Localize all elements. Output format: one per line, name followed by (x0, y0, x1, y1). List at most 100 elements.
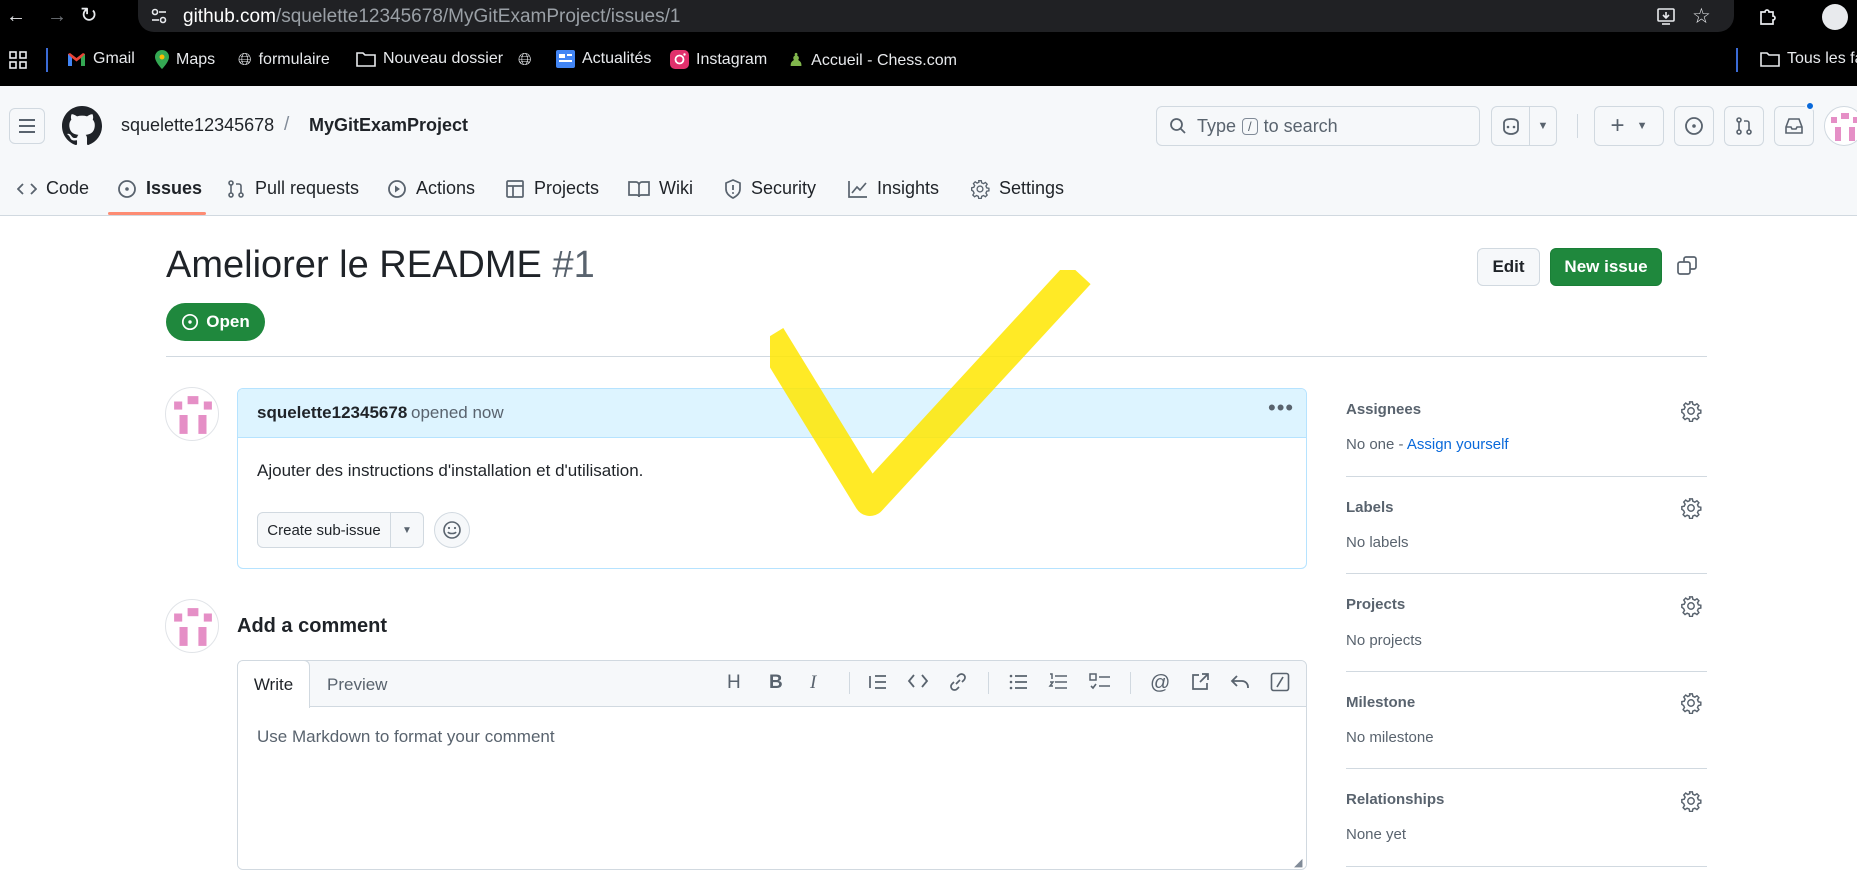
tab-code[interactable]: Code (17, 178, 89, 199)
copilot-button[interactable]: ▼ (1491, 106, 1557, 146)
divider (1577, 114, 1578, 138)
divider (1346, 671, 1707, 672)
install-app-icon[interactable] (1656, 6, 1676, 26)
tab-wiki[interactable]: Wiki (628, 178, 693, 199)
new-issue-button[interactable]: New issue (1550, 248, 1662, 286)
bold-icon[interactable]: B (769, 672, 791, 694)
create-sub-issue-button[interactable]: Create sub-issue (258, 513, 391, 547)
kebab-menu-icon[interactable]: ••• (1268, 395, 1294, 421)
comment-textarea[interactable]: Use Markdown to format your comment ◢ (238, 708, 1306, 869)
sidebar-relationships-title: Relationships (1346, 791, 1445, 808)
issue-opened-icon (118, 179, 136, 198)
play-icon (388, 179, 406, 198)
instagram-icon (670, 50, 689, 69)
issue-body-text: Ajouter des instructions d'installation … (257, 461, 644, 480)
divider (1346, 476, 1707, 477)
globe-icon: 🌐︎ (238, 50, 252, 69)
repo-name-link[interactable]: MyGitExamProject (309, 115, 468, 136)
repo-owner-link[interactable]: squelette12345678 (121, 115, 274, 136)
search-input[interactable]: Type / to search (1156, 106, 1480, 146)
caret-down-icon[interactable]: ▼ (391, 513, 423, 547)
tab-projects[interactable]: Projects (505, 178, 599, 199)
site-info-icon[interactable] (150, 7, 168, 25)
inbox-icon (1785, 118, 1803, 134)
edit-button[interactable]: Edit (1477, 248, 1540, 286)
resize-handle-icon[interactable]: ◢ (1294, 856, 1302, 869)
author-link[interactable]: squelette12345678 (257, 403, 407, 423)
numbered-list-icon[interactable] (1048, 672, 1070, 694)
sidebar-labels-title: Labels (1346, 499, 1394, 516)
bookmark-formulaire[interactable]: 🌐︎ formulaire (238, 50, 330, 70)
issue-body-header: squelette12345678 opened now ••• (238, 389, 1306, 438)
quote-icon[interactable] (868, 672, 890, 694)
code-icon[interactable] (907, 672, 929, 694)
comment-placeholder: Use Markdown to format your comment (257, 727, 555, 746)
link-icon[interactable] (948, 672, 970, 694)
copy-link-icon[interactable] (1677, 256, 1697, 276)
user-avatar[interactable] (1824, 106, 1857, 146)
issue-opened-icon (182, 313, 199, 331)
bookmark-instagram[interactable]: Instagram (670, 50, 767, 69)
gear-icon[interactable] (1680, 497, 1702, 519)
tab-actions[interactable]: Actions (387, 178, 475, 199)
reply-icon[interactable] (1230, 672, 1252, 694)
graph-icon (848, 180, 867, 198)
divider (1346, 573, 1707, 574)
create-new-button[interactable]: + ▼ (1594, 106, 1664, 146)
forward-icon[interactable]: → (47, 5, 67, 28)
tab-issues[interactable]: Issues (117, 178, 202, 199)
inbox-button[interactable] (1774, 101, 1815, 146)
issues-button[interactable] (1674, 106, 1714, 146)
bookmark-maps[interactable]: Maps (155, 50, 215, 69)
git-pull-request-icon (228, 179, 244, 198)
bookmark-globe[interactable]: 🌐︎ (518, 50, 532, 70)
menu-button[interactable] (9, 108, 45, 144)
address-bar[interactable]: github.com/squelette12345678/MyGitExamPr… (138, 0, 1734, 32)
divider (1346, 768, 1707, 769)
extensions-icon[interactable] (1757, 6, 1779, 28)
bookmark-chess[interactable]: ♟ Accueil - Chess.com (788, 50, 957, 71)
heading-icon[interactable]: H (727, 672, 749, 694)
cross-reference-icon[interactable] (1190, 672, 1212, 694)
tab-preview[interactable]: Preview (327, 675, 387, 695)
chess-icon: ♟ (788, 50, 805, 70)
slash-command-icon[interactable] (1270, 672, 1292, 694)
apps-grid-icon[interactable] (9, 51, 28, 70)
tab-settings[interactable]: Settings (970, 178, 1064, 199)
reload-icon[interactable]: ↻ (80, 3, 98, 28)
tab-write[interactable]: Write (238, 661, 310, 708)
italic-icon[interactable]: I (810, 672, 832, 694)
author-avatar[interactable] (165, 387, 219, 441)
mention-icon[interactable]: @ (1150, 672, 1172, 694)
bullet-list-icon[interactable] (1008, 672, 1030, 694)
create-sub-issue-group: Create sub-issue ▼ (257, 512, 424, 548)
gear-icon[interactable] (1680, 400, 1702, 422)
gear-icon[interactable] (1680, 595, 1702, 617)
tab-insights[interactable]: Insights (848, 178, 939, 199)
notification-dot (1805, 101, 1815, 111)
pull-requests-button[interactable] (1724, 106, 1764, 146)
all-bookmarks-folder[interactable]: Tous les fa (1760, 50, 1857, 68)
divider (166, 356, 1707, 357)
bookmark-nouveau-dossier[interactable]: Nouveau dossier (356, 50, 503, 68)
task-list-icon[interactable] (1089, 672, 1111, 694)
hamburger-icon (19, 119, 35, 133)
github-logo-icon[interactable] (62, 106, 102, 146)
assign-yourself-link[interactable]: Assign yourself (1407, 436, 1509, 453)
tab-pull-requests[interactable]: Pull requests (226, 178, 359, 199)
git-pull-request-icon (1736, 117, 1752, 135)
add-reaction-button[interactable] (434, 512, 470, 548)
issue-body-card: squelette12345678 opened now ••• Ajouter… (237, 388, 1307, 569)
bookmark-actualites[interactable]: Actualités (556, 50, 651, 68)
tab-security[interactable]: Security (724, 178, 816, 199)
divider (988, 672, 989, 694)
divider (1736, 48, 1738, 72)
back-icon[interactable]: ← (6, 5, 26, 28)
url-text: github.com/squelette12345678/MyGitExamPr… (183, 6, 681, 27)
profile-avatar[interactable] (1822, 4, 1848, 30)
bookmark-star-icon[interactable]: ☆ (1692, 4, 1711, 29)
issue-number: #1 (552, 244, 595, 286)
gear-icon[interactable] (1680, 790, 1702, 812)
gear-icon[interactable] (1680, 692, 1702, 714)
bookmark-gmail[interactable]: Gmail (67, 50, 135, 68)
